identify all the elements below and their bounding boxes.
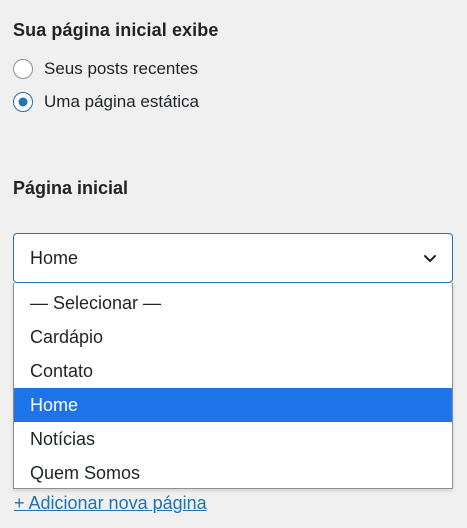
homepage-display-title: Sua página inicial exibe [13,20,219,40]
dropdown-option-noticias[interactable]: Notícias [14,422,452,456]
dropdown-option-contato[interactable]: Contato [14,354,452,388]
homepage-select-value: Home [30,247,79,268]
dropdown-option-cardapio[interactable]: Cardápio [14,320,452,354]
homepage-select[interactable]: Home [13,233,453,283]
chevron-down-icon [424,255,436,262]
radio-button-recent-posts[interactable] [13,59,33,79]
radio-option-static-page[interactable]: Uma página estática [13,88,199,116]
homepage-select-label: Página inicial [13,178,129,198]
dropdown-option-quem-somos[interactable]: Quem Somos [14,456,452,490]
radio-label-recent-posts: Seus posts recentes [44,59,199,78]
dropdown-option-home[interactable]: Home [14,388,452,422]
radio-option-recent-posts[interactable]: Seus posts recentes [13,55,198,83]
add-new-page-link[interactable]: + Adicionar nova página [14,493,207,514]
radio-label-static-page: Uma página estática [44,92,199,111]
homepage-select-dropdown: — Selecionar — Cardápio Contato Home Not… [13,283,453,489]
homepage-settings-panel: Sua página inicial exibe Seus posts rece… [0,0,467,528]
radio-button-static-page[interactable] [13,92,33,112]
dropdown-option-select[interactable]: — Selecionar — [14,286,452,320]
